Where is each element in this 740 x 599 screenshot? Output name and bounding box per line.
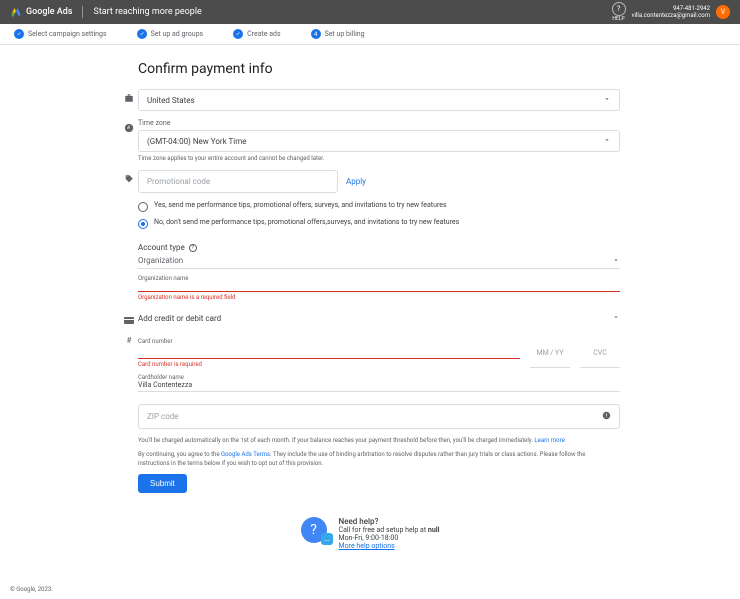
avatar[interactable]: V xyxy=(716,5,730,19)
help-icon: ? xyxy=(612,2,626,16)
step-3[interactable]: Create ads xyxy=(233,29,281,39)
account-type-label: Account type xyxy=(138,243,185,252)
submit-button[interactable]: Submit xyxy=(138,474,187,493)
expiry-input[interactable]: MM / YY xyxy=(530,349,570,368)
timezone-label: Time zone xyxy=(138,119,620,127)
main-form: Confirm payment info United States Time … xyxy=(120,45,620,580)
card-number-error: Card number is required xyxy=(138,361,520,368)
hash-icon: # xyxy=(120,332,138,345)
chevron-down-icon xyxy=(603,136,611,146)
org-name-error: Organization name is a required field xyxy=(138,294,620,301)
terms-link[interactable]: Google Ads Terms xyxy=(221,451,270,458)
business-icon xyxy=(120,89,138,103)
check-icon xyxy=(137,29,147,39)
help-button[interactable]: ? HELP xyxy=(612,2,626,22)
promo-code-input[interactable]: Promotional code xyxy=(138,170,338,193)
chevron-down-icon xyxy=(612,313,620,323)
chevron-down-icon xyxy=(603,95,611,105)
step-1[interactable]: Select campaign settings xyxy=(14,29,107,39)
card-number-input[interactable] xyxy=(138,349,520,359)
stepper: Select campaign settings Set up ad group… xyxy=(0,24,740,45)
org-name-input[interactable] xyxy=(138,282,620,292)
step-number: 4 xyxy=(311,29,321,39)
more-help-link[interactable]: More help options xyxy=(339,542,395,550)
divider xyxy=(82,6,83,18)
help-card: ? Need help? Call for free ad setup help… xyxy=(120,517,620,550)
step-4: 4Set up billing xyxy=(311,29,365,39)
account-info: 947-481-2942 villa.contentezza@gmail.com xyxy=(632,5,710,19)
timezone-select[interactable]: (GMT-04:00) New York Time xyxy=(138,130,620,152)
help-icon[interactable]: ? xyxy=(189,244,197,252)
radio-no-tips[interactable]: No, don't send me performance tips, prom… xyxy=(138,218,620,229)
radio-yes-tips[interactable]: Yes, send me performance tips, promotion… xyxy=(138,201,620,212)
check-icon xyxy=(233,29,243,39)
card-number-label: Card number xyxy=(138,338,620,345)
cardholder-label: Cardholder name xyxy=(138,374,620,381)
learn-more-link[interactable]: Learn more xyxy=(534,437,564,444)
chevron-down-icon xyxy=(612,256,620,266)
radio-icon xyxy=(138,202,148,212)
add-card-toggle[interactable]: Add credit or debit card xyxy=(138,313,620,323)
product-name: Google Ads xyxy=(26,7,72,17)
tag-icon xyxy=(120,170,138,184)
check-icon xyxy=(14,29,24,39)
question-icon: ? xyxy=(301,517,327,543)
card-icon xyxy=(120,313,138,324)
google-ads-logo-icon xyxy=(10,5,22,20)
timezone-value: (GMT-04:00) New York Time xyxy=(147,137,246,146)
clock-icon xyxy=(120,119,138,133)
app-header: Google Ads Start reaching more people ? … xyxy=(0,0,740,24)
email: villa.contentezza@gmail.com xyxy=(632,12,710,19)
logo: Google Ads Start reaching more people xyxy=(10,5,202,20)
account-type-select[interactable]: Organization xyxy=(138,256,620,269)
org-name-label: Organization name xyxy=(138,275,620,282)
timezone-helper: Time zone applies to your entire account… xyxy=(138,155,620,162)
footer-copyright: © Google, 2023. xyxy=(0,580,740,599)
help-icon[interactable] xyxy=(602,411,611,422)
help-label: HELP xyxy=(612,16,624,22)
chat-icon xyxy=(321,533,333,545)
terms-disclaimer: By continuing, you agree to the Google A… xyxy=(138,451,608,468)
cardholder-input[interactable]: Villa Contentezza xyxy=(138,381,620,392)
country-select[interactable]: United States xyxy=(138,89,620,111)
phone: 947-481-2942 xyxy=(632,5,710,12)
page-title: Confirm payment info xyxy=(138,61,620,77)
cvc-input[interactable]: CVC xyxy=(580,349,620,368)
billing-disclaimer: You'll be charged automatically on the 1… xyxy=(138,437,608,445)
apply-promo-button[interactable]: Apply xyxy=(346,177,366,186)
radio-icon xyxy=(138,219,148,229)
tagline: Start reaching more people xyxy=(93,7,201,17)
need-help-title: Need help? xyxy=(339,517,440,526)
step-2[interactable]: Set up ad groups xyxy=(137,29,204,39)
zip-input[interactable]: ZIP code xyxy=(138,404,620,429)
country-value: United States xyxy=(147,96,195,105)
